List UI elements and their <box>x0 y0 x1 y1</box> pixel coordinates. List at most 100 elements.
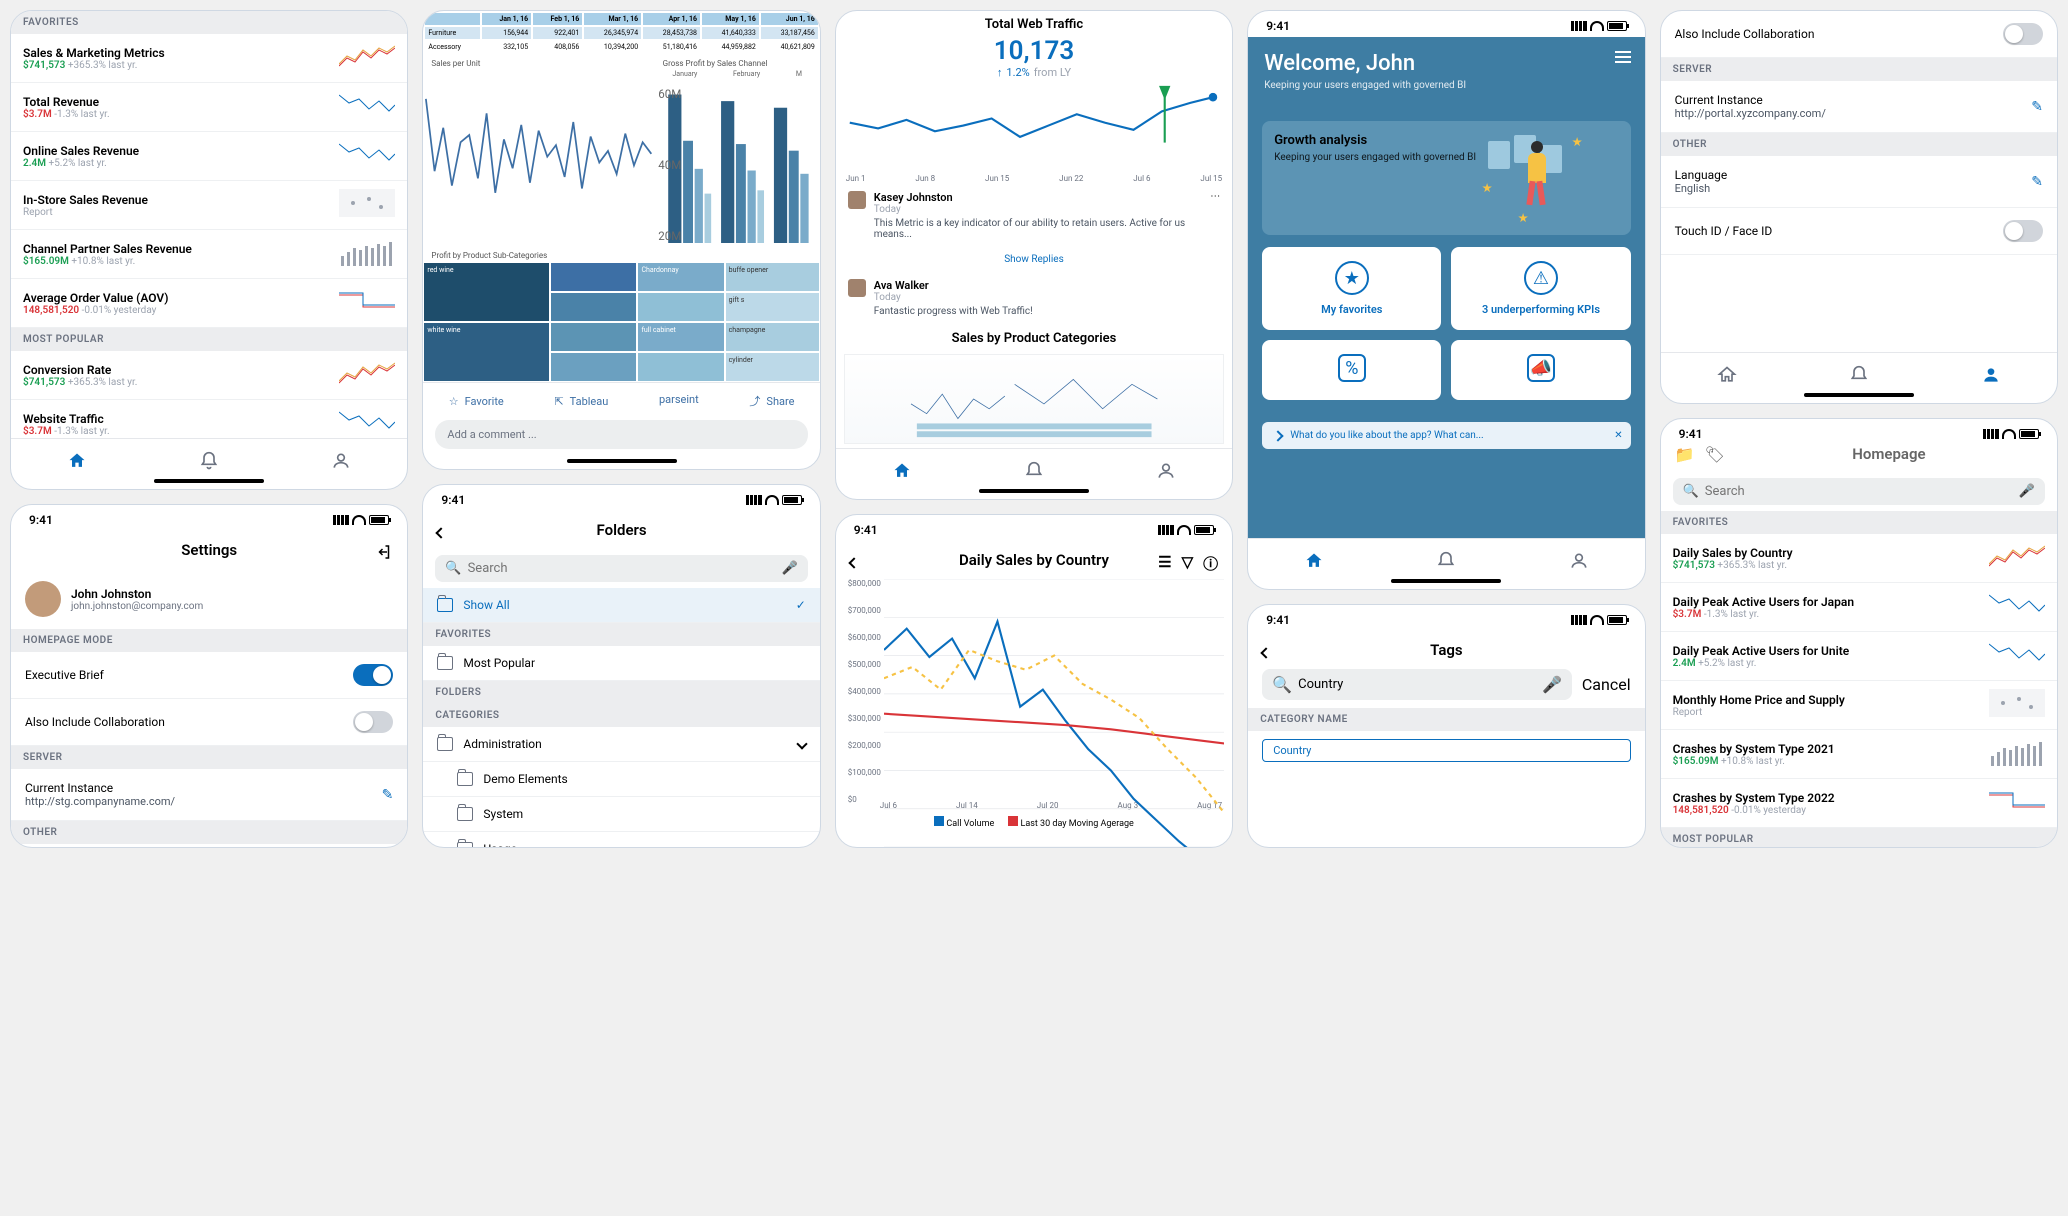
daily-sales-chart: $800,000$700,000$600,000$500,000$400,000… <box>844 579 1224 799</box>
sparkline <box>339 42 395 74</box>
metric-row[interactable]: Crashes by System Type 2021 $165.09M +10… <box>1661 730 2057 779</box>
bell-icon[interactable] <box>1436 551 1456 571</box>
user-icon[interactable] <box>331 451 351 471</box>
back-icon[interactable] <box>437 523 445 541</box>
mini-dashboard[interactable] <box>844 354 1224 444</box>
most-popular-folder[interactable]: Most Popular <box>423 646 819 681</box>
comment-input[interactable]: Add a comment ... <box>435 420 807 449</box>
favorites-tile[interactable]: ★My favorites <box>1262 247 1441 330</box>
check-icon: ✓ <box>796 598 806 612</box>
close-icon[interactable]: ✕ <box>1614 430 1622 441</box>
bell-icon[interactable] <box>199 451 219 471</box>
sparkline <box>339 238 395 270</box>
home-icon[interactable] <box>1717 365 1737 385</box>
svg-text:20M: 20M <box>658 229 681 243</box>
show-all-row[interactable]: Show All✓ <box>423 588 819 623</box>
metric-row[interactable]: Daily Peak Active Users for Unite 2.4M +… <box>1661 632 2057 681</box>
filter-icon[interactable]: ▽ <box>1182 553 1194 574</box>
current-instance-row[interactable]: Current Instancehttp://stg.companyname.c… <box>11 769 407 821</box>
tab-bar <box>1248 538 1644 579</box>
svg-text:40M: 40M <box>658 158 681 172</box>
home-icon[interactable] <box>1304 551 1324 571</box>
tab-bar <box>836 448 1232 489</box>
metric-row[interactable]: Average Order Value (AOV) 148,581,520 -0… <box>11 279 407 328</box>
more-icon[interactable]: ⋯ <box>1210 191 1220 240</box>
tableau-action[interactable]: ⇱ Tableau <box>554 393 608 409</box>
show-replies[interactable]: Show Replies <box>836 248 1232 271</box>
growth-card[interactable]: Growth analysisKeeping your users engage… <box>1262 121 1630 235</box>
tile-4[interactable]: 📣 <box>1451 340 1630 400</box>
metric-row[interactable]: Conversion Rate $741,573 +365.3% last yr… <box>11 351 407 400</box>
home-indicator <box>1391 579 1501 583</box>
user-icon[interactable] <box>1156 461 1176 481</box>
edit-icon[interactable]: ✎ <box>2031 99 2043 115</box>
usage-folder[interactable]: Usage <box>423 832 819 848</box>
edit-icon[interactable]: ✎ <box>2031 174 2043 190</box>
toggle-on[interactable] <box>353 664 393 686</box>
instance-row[interactable]: Current Instancehttp://portal.xyzcompany… <box>1661 81 2057 133</box>
share-action[interactable]: ⤴ Share <box>749 393 794 409</box>
comment[interactable]: Kasey JohnstonTodayThis Metric is a key … <box>836 183 1232 248</box>
menu-icon[interactable] <box>1615 51 1631 63</box>
metric-row[interactable]: In-Store Sales Revenue Report <box>11 181 407 230</box>
administration-folder[interactable]: Administration <box>423 727 819 762</box>
folder-icon[interactable]: 📁 <box>1675 445 1695 464</box>
welcome-sub: Keeping your users engaged with governed… <box>1264 80 1628 91</box>
info-icon[interactable]: ⓘ <box>1203 553 1218 574</box>
traffic-change: ↑ 1.2% from LY <box>836 66 1232 79</box>
search-input[interactable]: 🔍 🎤 <box>435 555 807 582</box>
kpi-tile[interactable]: ⚠3 underperforming KPIs <box>1451 247 1630 330</box>
touchid-row[interactable]: Touch ID / Face ID <box>1661 208 2057 255</box>
tile-3[interactable]: % <box>1262 340 1441 400</box>
toggle-off[interactable] <box>353 711 393 733</box>
metric-row[interactable]: Channel Partner Sales Revenue $165.09M +… <box>11 230 407 279</box>
comment[interactable]: Ava WalkerTodayFantastic progress with W… <box>836 271 1232 325</box>
metric-row[interactable]: Crashes by System Type 2022 148,581,520 … <box>1661 779 2057 828</box>
bell-icon[interactable] <box>1024 461 1044 481</box>
profit-sub-label: Profit by Product Sub-Categories <box>423 247 819 262</box>
home-indicator <box>567 459 677 463</box>
back-icon[interactable] <box>850 553 858 571</box>
back-icon[interactable] <box>1262 643 1270 661</box>
cancel-button[interactable]: Cancel <box>1582 675 1631 694</box>
collaboration-row[interactable]: Also Include Collaboration <box>11 699 407 746</box>
folders-header2: FOLDERS <box>423 681 819 704</box>
metric-row[interactable]: Daily Sales by Country $741,573 +365.3% … <box>1661 534 2057 583</box>
language-row[interactable]: LanguageEnglish✎ <box>1661 156 2057 208</box>
executive-brief-row[interactable]: Executive Brief <box>11 652 407 699</box>
edit-icon[interactable]: ✎ <box>382 787 394 803</box>
sparkline <box>339 140 395 172</box>
bell-icon[interactable] <box>1849 365 1869 385</box>
metric-row[interactable]: Total Revenue $3.7M -1.3% last yr. <box>11 83 407 132</box>
metric-row[interactable]: Website Traffic $3.7M -1.3% last yr. <box>11 400 407 438</box>
metric-row[interactable]: Online Sales Revenue 2.4M +5.2% last yr. <box>11 132 407 181</box>
profile-row[interactable]: John Johnstonjohn.johnston@company.com <box>11 569 407 629</box>
favorite-action[interactable]: ☆ Favorite <box>449 393 504 409</box>
user-icon[interactable] <box>1981 365 2001 385</box>
user-icon[interactable] <box>1569 551 1589 571</box>
search-input[interactable]: 🔍 🎤 <box>1673 478 2045 505</box>
tag-icon[interactable]: 🏷 <box>1705 445 1725 464</box>
feedback-prompt[interactable]: What do you like about the app? What can… <box>1262 422 1630 449</box>
toggle-off[interactable] <box>2003 23 2043 45</box>
traffic-sparkline <box>844 83 1224 168</box>
sparkline <box>339 91 395 123</box>
tags-header: Tags <box>1248 631 1644 669</box>
country-tag[interactable]: Country <box>1262 739 1630 762</box>
metric-row[interactable]: Monthly Home Price and Supply Report <box>1661 681 2057 730</box>
tags-search[interactable]: 🔍🎤 <box>1262 669 1572 700</box>
metric-row[interactable]: Sales & Marketing Metrics $741,573 +365.… <box>11 34 407 83</box>
demo-elements-folder[interactable]: Demo Elements <box>423 762 819 797</box>
toggle-off[interactable] <box>2003 220 2043 242</box>
collaboration-row[interactable]: Also Include Collaboration <box>1661 11 2057 58</box>
home-icon[interactable] <box>892 461 912 481</box>
favorites-header: FAVORITES <box>423 623 819 646</box>
system-folder[interactable]: System <box>423 797 819 832</box>
logout-icon[interactable] <box>375 543 393 561</box>
metric-row[interactable]: Daily Peak Active Users for Japan $3.7M … <box>1661 583 2057 632</box>
profile-name: John Johnston <box>71 587 203 601</box>
language-row[interactable]: LanguageEnglish✎ <box>11 844 407 848</box>
welcome-banner: Welcome, John Keeping your users engaged… <box>1248 37 1644 109</box>
home-icon[interactable] <box>67 451 87 471</box>
layers-icon[interactable]: ☰ <box>1158 553 1171 574</box>
